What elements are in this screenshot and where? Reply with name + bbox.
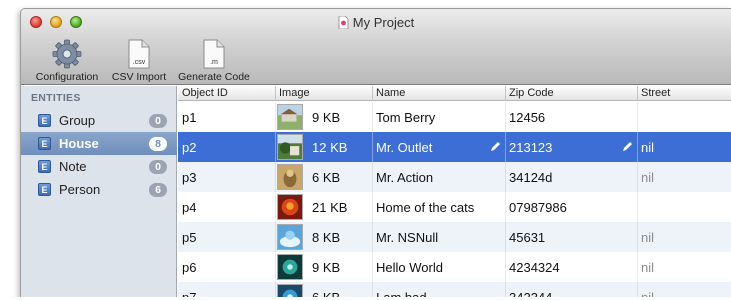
- pencil-icon[interactable]: [490, 141, 501, 152]
- object-id-cell: p5: [182, 230, 197, 245]
- titlebar: My Project Configuration .csv CSV Import…: [21, 9, 731, 85]
- table-row[interactable]: p1 9 KB Tom Berry 12456: [178, 102, 731, 132]
- sidebar-item-note[interactable]: E Note 0: [21, 155, 177, 178]
- object-id-cell: p2: [182, 140, 197, 155]
- gear-icon: [52, 39, 82, 69]
- document-icon: [338, 16, 349, 29]
- name-cell[interactable]: Home of the cats: [376, 200, 474, 215]
- sidebar-item-group[interactable]: E Group 0: [21, 109, 177, 132]
- object-id-cell: p4: [182, 200, 197, 215]
- configuration-label: Configuration: [35, 71, 99, 83]
- column-divider[interactable]: [372, 86, 373, 101]
- table-row[interactable]: p3 6 KB Mr. Action 34124d nil: [178, 162, 731, 192]
- column-header-image[interactable]: Image: [279, 87, 310, 99]
- zip-code-cell[interactable]: 34124d: [509, 170, 552, 185]
- entity-icon: E: [38, 183, 51, 196]
- table-row[interactable]: p4 21 KB Home of the cats 07987986: [178, 192, 731, 222]
- zip-code-cell[interactable]: 07987986: [509, 200, 567, 215]
- table-row-selected[interactable]: p2 12 KB Mr. Outlet 213123 nil: [178, 132, 731, 162]
- table-row[interactable]: p6 9 KB Hello World 4234324 nil: [178, 252, 731, 282]
- image-thumbnail[interactable]: [277, 134, 303, 160]
- sidebar-item-label: Person: [59, 182, 101, 197]
- image-thumbnail[interactable]: [277, 254, 303, 280]
- window-title: My Project: [352, 15, 415, 30]
- image-thumbnail[interactable]: [277, 224, 303, 250]
- object-id-cell: p6: [182, 260, 197, 275]
- sidebar-item-house[interactable]: E House 8: [21, 132, 177, 155]
- column-divider[interactable]: [505, 86, 506, 101]
- csv-import-button[interactable]: .csv CSV Import: [107, 39, 171, 83]
- m-ext-text: .m: [210, 59, 218, 66]
- street-cell[interactable]: nil: [641, 260, 654, 275]
- entity-icon: E: [38, 114, 51, 127]
- image-thumbnail[interactable]: [277, 164, 303, 190]
- image-size-cell: 12 KB: [312, 140, 348, 155]
- count-badge: 0: [149, 114, 167, 128]
- column-divider[interactable]: [275, 86, 276, 101]
- name-cell[interactable]: Mr. Action: [376, 170, 433, 185]
- csv-import-label: CSV Import: [111, 71, 167, 83]
- sidebar-item-label: Note: [59, 159, 87, 174]
- column-header-street[interactable]: Street: [641, 87, 670, 99]
- zip-code-cell[interactable]: 45631: [509, 230, 545, 245]
- csv-file-icon: .csv: [128, 39, 150, 69]
- objects-table: Object ID Image Name Zip Code Street p1 …: [178, 86, 731, 300]
- count-badge: 0: [149, 160, 167, 174]
- pencil-icon[interactable]: [622, 141, 633, 152]
- sidebar-item-person[interactable]: E Person 6: [21, 178, 177, 201]
- entity-icon: E: [38, 160, 51, 173]
- count-badge: 6: [149, 183, 167, 197]
- count-badge: 8: [149, 137, 167, 151]
- entity-icon: E: [38, 137, 51, 150]
- csv-ext-text: .csv: [133, 59, 146, 66]
- generate-code-button[interactable]: .m Generate Code: [174, 39, 254, 83]
- zip-code-cell[interactable]: 12456: [509, 110, 545, 125]
- app-window: My Project Configuration .csv CSV Import…: [20, 8, 731, 300]
- column-header-object-id[interactable]: Object ID: [182, 87, 228, 99]
- zip-code-cell[interactable]: 4234324: [509, 260, 560, 275]
- object-id-cell: p3: [182, 170, 197, 185]
- object-id-cell: p1: [182, 110, 197, 125]
- image-thumbnail[interactable]: [277, 194, 303, 220]
- image-size-cell: 9 KB: [312, 110, 341, 125]
- image-size-cell: 8 KB: [312, 230, 341, 245]
- street-cell[interactable]: nil: [641, 230, 654, 245]
- entities-sidebar: ENTITIES E Group 0 E House 8 E Note 0 E …: [21, 86, 177, 300]
- image-size-cell: 9 KB: [312, 260, 341, 275]
- window-title-wrap: My Project: [21, 15, 731, 30]
- sidebar-item-label: Group: [59, 113, 96, 128]
- sidebar-item-label: House: [59, 136, 99, 151]
- street-cell[interactable]: nil: [641, 170, 654, 185]
- image-thumbnail[interactable]: [277, 104, 303, 130]
- m-file-icon: .m: [203, 39, 225, 69]
- name-cell[interactable]: Tom Berry: [376, 110, 435, 125]
- table-header: Object ID Image Name Zip Code Street: [178, 86, 731, 101]
- name-cell[interactable]: Mr. NSNull: [376, 230, 438, 245]
- column-header-name[interactable]: Name: [376, 87, 405, 99]
- table-row[interactable]: p5 8 KB Mr. NSNull 45631 nil: [178, 222, 731, 252]
- sidebar-header: ENTITIES: [31, 92, 81, 104]
- column-divider[interactable]: [637, 86, 638, 101]
- generate-code-label: Generate Code: [178, 71, 250, 83]
- image-size-cell: 6 KB: [312, 170, 341, 185]
- column-header-zip-code[interactable]: Zip Code: [509, 87, 554, 99]
- zip-code-cell[interactable]: 213123: [509, 140, 552, 155]
- street-cell[interactable]: nil: [641, 140, 654, 155]
- configuration-button[interactable]: Configuration: [29, 39, 105, 83]
- name-cell[interactable]: Hello World: [376, 260, 443, 275]
- image-size-cell: 21 KB: [312, 200, 348, 215]
- name-cell[interactable]: Mr. Outlet: [376, 140, 432, 155]
